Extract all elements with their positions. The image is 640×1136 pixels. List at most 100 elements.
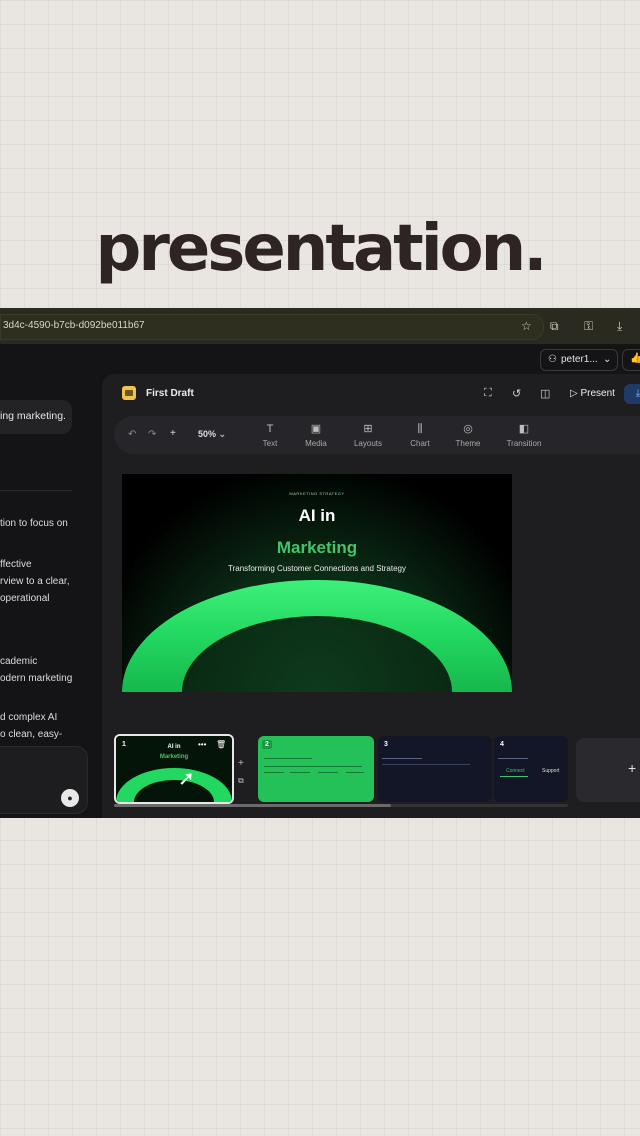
transition-tool[interactable]: ◧ Transition [502, 423, 546, 448]
assistant-text-line: ffective [0, 559, 32, 570]
undo-icon[interactable]: ↶ [128, 429, 136, 440]
thumb-number: 4 [500, 741, 504, 748]
assistant-text-line: odern marketing [0, 673, 73, 684]
play-icon: ▷ [570, 388, 578, 399]
slide-thumbnail-1[interactable]: 1 AI in Marketing ••• 🗑 ➚ [114, 734, 234, 804]
layouts-icon: ⊞ [363, 423, 373, 435]
assistant-text-line: tion to focus on [0, 518, 68, 529]
assistant-text-line: d complex AI [0, 712, 58, 723]
panel-icon[interactable]: ◫ [540, 387, 550, 400]
transition-icon: ◧ [518, 423, 530, 435]
present-button[interactable]: ▷ Present [570, 388, 615, 399]
browser-toolbar: 3d4c-4590-b7cb-d092be011b67 ☆ ⧉ ⚿ ⤓ [0, 308, 640, 344]
theme-tool[interactable]: ◎ Theme [446, 423, 490, 448]
key-icon[interactable]: ⚿ [584, 319, 593, 333]
thumbs-up-icon: 👍 [630, 353, 640, 364]
download-icon: ⤓ [635, 388, 640, 399]
thumb-line [500, 776, 528, 777]
trash-icon[interactable]: 🗑 [216, 740, 226, 749]
chart-tool[interactable]: ⫼ Chart [398, 423, 442, 448]
chart-icon: ⫼ [417, 423, 423, 435]
export-button[interactable]: ⤓ [624, 384, 640, 404]
presentation-icon [122, 386, 136, 400]
tool-label: Transition [506, 439, 542, 448]
thumb-line [498, 758, 528, 759]
text-icon: T [266, 423, 274, 435]
user-message-bubble: ing marketing. [0, 400, 72, 434]
like-button[interactable]: 👍 [622, 349, 640, 371]
chevron-down-icon: ⌄ [218, 429, 227, 439]
assistant-text-line: o clean, easy- [0, 729, 63, 740]
slide-thumbnail-4[interactable]: 4 Connect Support [494, 736, 568, 802]
tool-label: Media [305, 439, 327, 448]
cursor-icon: ➚ [178, 768, 195, 790]
mic-icon[interactable]: ● [61, 789, 79, 807]
app-header: ⚇ peter1... ⌄ 👍 [0, 344, 640, 374]
editor-panel: First Draft ⛶ ↺ ◫ ▷ Present ⤓ ↶ ↷ + 50% … [102, 374, 640, 818]
thumb-number: 2 [262, 740, 272, 749]
fullscreen-icon[interactable]: ⛶ [484, 387, 492, 400]
thumb-line [382, 758, 422, 759]
user-icon: ⚇ [548, 354, 557, 365]
thumb-line [382, 764, 470, 765]
thumb-line [264, 766, 362, 767]
more-icon[interactable]: ••• [198, 740, 206, 749]
slide-title-accent: Marketing [276, 538, 358, 557]
zoom-value: 50% [198, 429, 217, 439]
redo-icon[interactable]: ↷ [148, 429, 156, 440]
media-tool[interactable]: ▣ Media [294, 423, 338, 448]
slide-title: AI in [298, 506, 336, 525]
plus-icon: + [628, 760, 637, 776]
thumb-line [290, 772, 310, 773]
url-text: 3d4c-4590-b7cb-d092be011b67 [3, 320, 145, 331]
filmstrip-scrollbar[interactable] [114, 804, 568, 807]
tool-label: Theme [455, 439, 481, 448]
tool-label: Chart [410, 439, 430, 448]
text-tool[interactable]: T Text [248, 423, 292, 448]
chat-panel: ing marketing. tion to focus on ffective… [0, 374, 100, 818]
thumb-label: Support [542, 768, 560, 774]
headline: presentation. [95, 212, 548, 286]
thumb-line [346, 772, 364, 773]
address-bar[interactable]: 3d4c-4590-b7cb-d092be011b67 ☆ [0, 314, 544, 340]
chat-input[interactable]: ● [0, 746, 88, 814]
thumb-label: Connect [506, 768, 525, 774]
assistant-text-line: rview to a clear, [0, 576, 70, 587]
insert-slide-icon[interactable]: + [238, 758, 244, 769]
editor-toolbar: ↶ ↷ + 50% ⌄ T Text ▣ Media ⊞ Layouts ⫼ C… [114, 416, 640, 454]
assistant-text-line: operational [0, 593, 50, 604]
palette-icon: ◎ [463, 423, 473, 435]
assistant-text-line: cademic [0, 656, 38, 667]
slide-thumbnail-3[interactable]: 3 [378, 736, 492, 802]
slide-subtitle: Transforming Customer Connections and St… [227, 564, 406, 573]
slide-canvas[interactable]: MARKETING STRATEGY AI in Marketing Trans… [122, 474, 512, 692]
user-message-text: ing marketing. [0, 410, 66, 422]
layouts-tool[interactable]: ⊞ Layouts [346, 423, 390, 448]
history-icon[interactable]: ↺ [512, 387, 521, 400]
zoom-select[interactable]: 50% ⌄ [198, 429, 226, 440]
add-slide-button[interactable]: + [576, 738, 640, 802]
slide-eyebrow: MARKETING STRATEGY [289, 491, 345, 496]
present-label: Present [580, 388, 615, 399]
duplicate-icon[interactable]: ⧉ [238, 776, 244, 786]
thumb-title-accent: Marketing [159, 754, 189, 760]
thumb-title: AI in [167, 744, 181, 750]
user-menu[interactable]: ⚇ peter1... ⌄ [540, 349, 618, 371]
star-icon[interactable]: ☆ [521, 319, 532, 333]
scrollbar-thumb[interactable] [114, 804, 391, 807]
tool-label: Layouts [353, 439, 383, 448]
user-name: peter1... [561, 354, 598, 365]
add-icon[interactable]: + [170, 428, 176, 439]
app-screenshot: 3d4c-4590-b7cb-d092be011b67 ☆ ⧉ ⚿ ⤓ ⚇ pe… [0, 308, 640, 818]
slide-filmstrip: 1 AI in Marketing ••• 🗑 ➚ + ⧉ 2 3 4 Conn… [102, 726, 640, 818]
thumb-line [264, 772, 284, 773]
thumb-line [264, 758, 312, 759]
slide-thumbnail-2[interactable]: 2 [258, 736, 374, 802]
chevron-down-icon: ⌄ [603, 354, 612, 365]
puzzle-icon[interactable]: ⧉ [550, 319, 559, 333]
download-icon[interactable]: ⤓ [617, 319, 622, 333]
document-title[interactable]: First Draft [146, 388, 194, 399]
thumb-number: 3 [384, 741, 388, 748]
tool-label: Text [262, 439, 278, 448]
divider [0, 490, 72, 491]
